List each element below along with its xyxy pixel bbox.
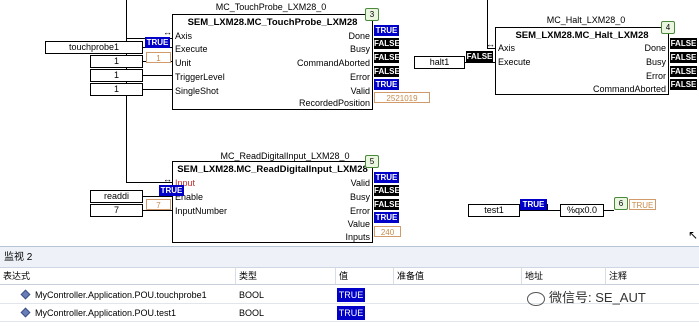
- singleshot-constant[interactable]: 1: [90, 83, 143, 96]
- watch-title: 监视 2: [0, 247, 699, 268]
- pin-inputnumber[interactable]: InputNumber: [175, 205, 227, 217]
- touchprobe-commandaborted-value: FALSE: [374, 52, 400, 63]
- axis-arrow-icon: ↔: [486, 39, 495, 49]
- pin-done[interactable]: Done: [644, 42, 666, 54]
- column-prepared-value[interactable]: 准备值: [394, 268, 522, 284]
- pin-recordedposition[interactable]: RecordedPosition: [299, 97, 370, 109]
- touchprobe1-value: TRUE: [145, 37, 170, 48]
- halt-function-block[interactable]: SEM_LXM28.MC_Halt_LXM28 4 Axis Execute D…: [495, 21, 675, 95]
- wire: [126, 0, 127, 38]
- wechat-logo-icon: [527, 291, 545, 306]
- watermark-text: 微信号: SE_AUT: [549, 290, 646, 305]
- row-type: BOOL: [239, 290, 265, 300]
- inputnumber-tag: 7: [146, 199, 171, 210]
- readdi-busy-value: FALSE: [374, 185, 400, 196]
- pin-valid[interactable]: Valid: [351, 85, 370, 97]
- halt-instance-name: MC_Halt_LXM28_0: [546, 15, 626, 25]
- touchprobe-error-value: FALSE: [374, 66, 400, 77]
- assign-exec-order: 6: [614, 197, 628, 210]
- watermark: 微信号: SE_AUT: [527, 287, 646, 306]
- readdi-variable[interactable]: readdi: [90, 190, 143, 203]
- pin-busy[interactable]: Busy: [350, 191, 370, 203]
- halt1-variable[interactable]: halt1: [414, 56, 465, 69]
- cfc-diagram[interactable]: MC_TouchProbe_LXM28_0 SEM_LXM28.MC_Touch…: [0, 0, 699, 246]
- halt-busy-value: FALSE: [670, 52, 697, 63]
- touchprobe-instance-name: MC_TouchProbe_LXM28_0: [215, 2, 327, 12]
- readdi-enable-value: TRUE: [159, 185, 184, 196]
- wire: [143, 89, 172, 90]
- row-type: BOOL: [239, 308, 265, 318]
- halt-error-value: FALSE: [670, 66, 697, 77]
- unit-constant[interactable]: 1: [90, 55, 143, 68]
- watch-column-headers: 表达式 类型 值 准备值 地址 注释: [0, 268, 699, 285]
- test1-variable[interactable]: test1: [468, 204, 520, 217]
- readdi-error-value: FALSE: [374, 199, 400, 210]
- qx0-output-variable[interactable]: %qx0.0: [560, 204, 604, 217]
- readdi-value-value: TRUE: [374, 212, 399, 223]
- wire: [520, 210, 560, 211]
- halt-commandaborted-value: FALSE: [670, 79, 697, 90]
- pin-singleshot[interactable]: SingleShot: [175, 85, 219, 97]
- pin-valid[interactable]: Valid: [351, 177, 370, 189]
- readdi-inputs-value: 240: [374, 226, 401, 237]
- pin-error[interactable]: Error: [350, 71, 370, 83]
- touchprobe-exec-order: 3: [365, 8, 379, 21]
- pin-execute[interactable]: Execute: [498, 56, 531, 68]
- wire: [143, 196, 172, 197]
- halt-type: SEM_LXM28.MC_Halt_LXM28: [515, 30, 649, 41]
- pin-error[interactable]: Error: [350, 205, 370, 217]
- touchprobe-type: SEM_LXM28.MC_TouchProbe_LXM28: [187, 17, 358, 28]
- column-type[interactable]: 类型: [236, 268, 336, 284]
- pin-triggerlevel[interactable]: TriggerLevel: [175, 71, 225, 83]
- pin-commandaborted[interactable]: CommandAborted: [297, 57, 370, 69]
- readdi-instance-name: MC_ReadDigitalInput_LXM28_0: [220, 151, 350, 161]
- halt1-value: FALSE: [466, 51, 493, 62]
- row-value: TRUE: [337, 288, 365, 302]
- touchprobe-busy-value: FALSE: [374, 38, 400, 49]
- row-expression: MyController.Application.POU.touchprobe1: [35, 290, 207, 300]
- row-value: TRUE: [337, 306, 365, 320]
- triggerlevel-constant[interactable]: 1: [90, 69, 143, 82]
- table-row[interactable]: MyController.Application.POU.test1 BOOL …: [0, 304, 699, 322]
- touchprobe-recordedposition-value: 2521019: [374, 92, 430, 103]
- axis-arrow-icon: ↔: [163, 27, 172, 37]
- readdi-function-block[interactable]: SEM_LXM28.MC_ReadDigitalInput_LXM28 5 In…: [172, 155, 379, 243]
- wire: [143, 75, 172, 76]
- variable-icon: [20, 289, 31, 300]
- pin-busy[interactable]: Busy: [350, 43, 370, 55]
- unit-tag: 1: [146, 52, 171, 63]
- column-value[interactable]: 值: [336, 268, 394, 284]
- variable-icon: [20, 307, 31, 318]
- pin-axis[interactable]: Axis: [175, 30, 192, 42]
- pin-inputs[interactable]: Inputs: [345, 231, 370, 243]
- pin-unit[interactable]: Unit: [175, 57, 191, 69]
- pin-axis[interactable]: Axis: [498, 42, 515, 54]
- pin-error[interactable]: Error: [646, 70, 666, 82]
- pin-busy[interactable]: Busy: [646, 56, 666, 68]
- touchprobe-function-block[interactable]: SEM_LXM28.MC_TouchProbe_LXM28 3 Axis Exe…: [172, 8, 379, 110]
- inputnumber-constant[interactable]: 7: [90, 204, 143, 217]
- pin-commandaborted[interactable]: CommandAborted: [593, 83, 666, 95]
- readdi-valid-value: TRUE: [374, 172, 399, 183]
- pin-value[interactable]: Value: [348, 218, 370, 230]
- pin-execute[interactable]: Execute: [175, 43, 208, 55]
- mouse-cursor-icon: ↖: [688, 228, 699, 242]
- column-comment[interactable]: 注释: [606, 268, 699, 284]
- column-address[interactable]: 地址: [522, 268, 606, 284]
- qx0-output-value: TRUE: [629, 199, 656, 210]
- touchprobe-done-value: TRUE: [374, 25, 399, 36]
- test1-value: TRUE: [520, 199, 547, 210]
- halt-exec-order: 4: [661, 21, 675, 34]
- halt-done-value: FALSE: [670, 38, 697, 49]
- column-expression[interactable]: 表达式: [0, 268, 236, 284]
- readdi-exec-order: 5: [365, 155, 379, 168]
- wire: [547, 204, 548, 211]
- touchprobe-valid-value: TRUE: [374, 79, 399, 90]
- wire: [604, 210, 614, 211]
- readdi-type: SEM_LXM28.MC_ReadDigitalInput_LXM28: [177, 164, 368, 175]
- row-expression: MyController.Application.POU.test1: [35, 308, 177, 318]
- touchprobe1-variable[interactable]: touchprobe1: [45, 41, 143, 54]
- pin-done[interactable]: Done: [348, 30, 370, 42]
- input-arrow-icon: ↔: [163, 174, 172, 184]
